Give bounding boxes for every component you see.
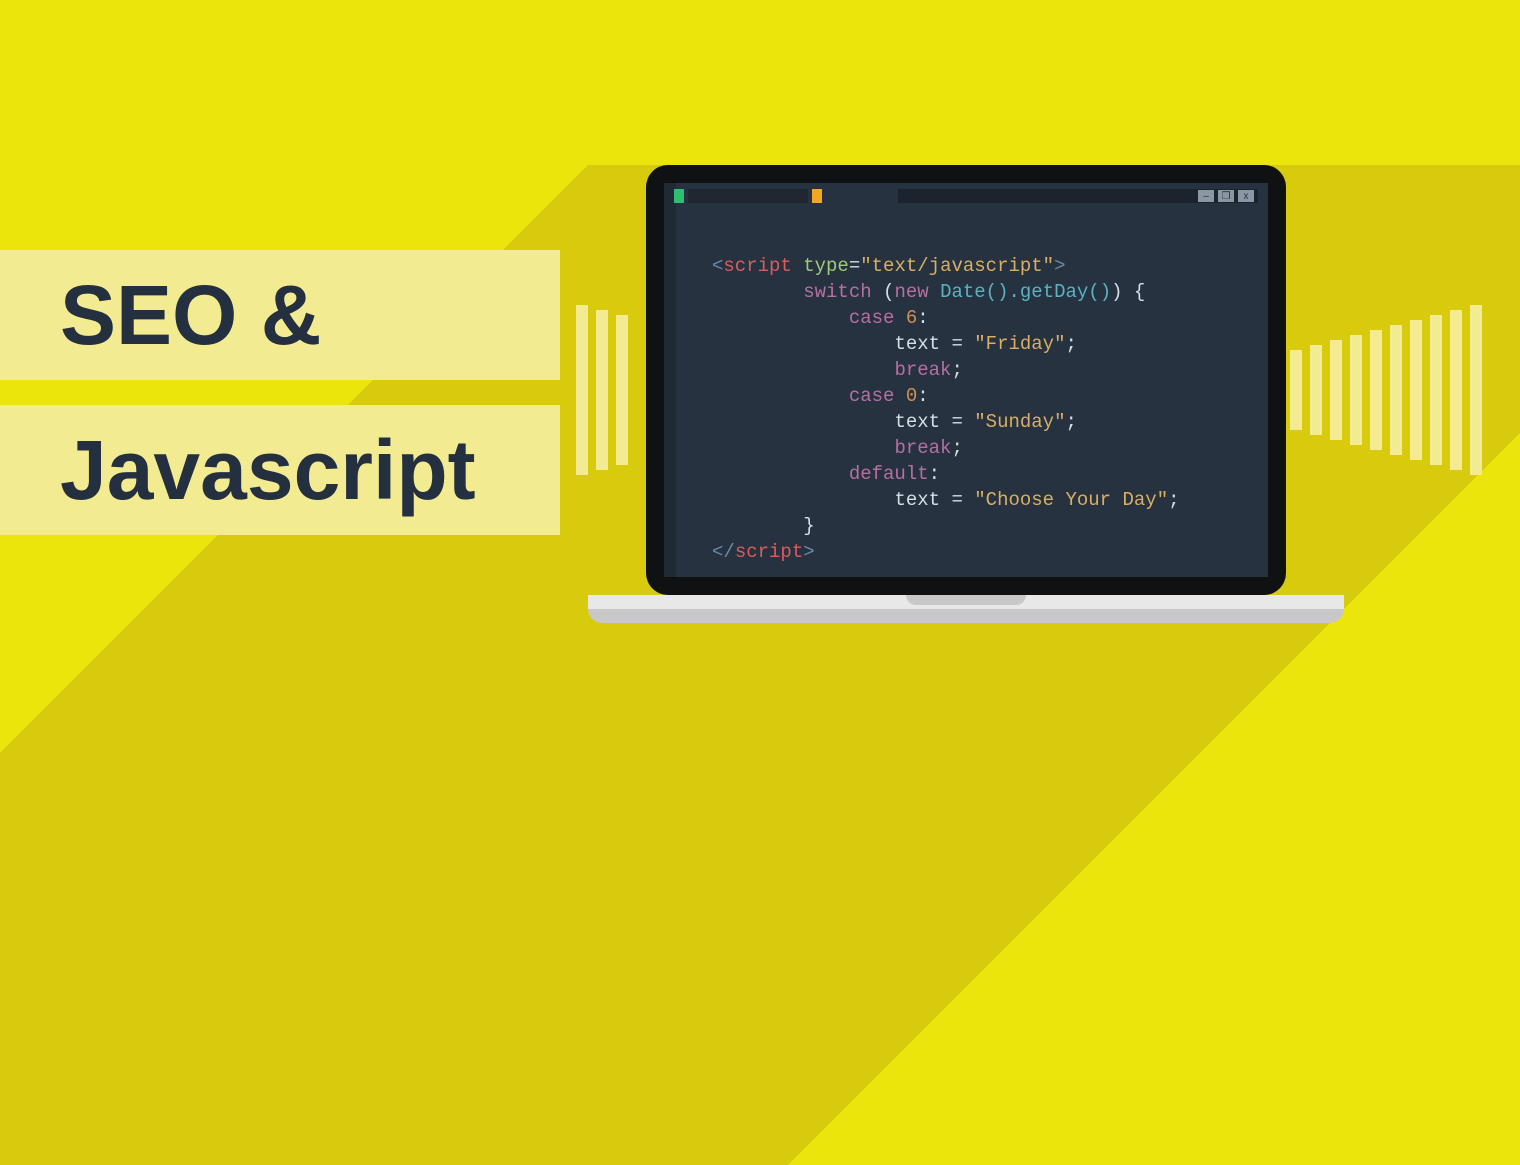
title-block-2: Javascript (0, 405, 560, 535)
editor-tab-bar (674, 189, 822, 203)
close-button[interactable]: x (1238, 190, 1254, 202)
title-block-1: SEO & (0, 250, 560, 380)
laptop-notch (906, 595, 1026, 605)
decorative-stripes-left (576, 305, 628, 475)
tab-indicator-modified-icon (812, 189, 822, 203)
laptop-screen: – ❐ x <script type="text/javascript"> sw… (646, 165, 1286, 595)
minimize-button[interactable]: – (1198, 190, 1214, 202)
laptop-base (588, 595, 1344, 623)
title-line-2: Javascript (60, 405, 520, 535)
title-line-1: SEO & (60, 250, 520, 380)
code-editor: – ❐ x <script type="text/javascript"> sw… (664, 183, 1268, 577)
maximize-button[interactable]: ❐ (1218, 190, 1234, 202)
window-title-bar: – ❐ x (898, 189, 1258, 203)
decorative-stripes-right (1290, 305, 1482, 475)
code-block: <script type="text/javascript"> switch (… (712, 227, 1180, 565)
tab-active[interactable] (688, 189, 808, 203)
tab-indicator-active-icon (674, 189, 684, 203)
editor-gutter (664, 183, 676, 577)
